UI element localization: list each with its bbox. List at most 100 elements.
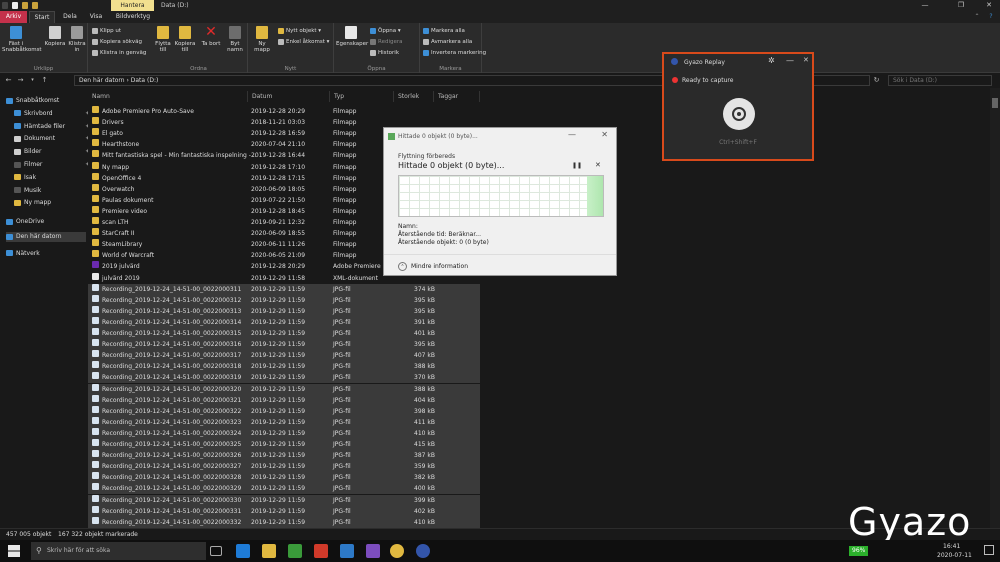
file-row[interactable]: Recording_2019-12-24_14-51-00_0022000314… [88,316,480,328]
invert-selection-button[interactable]: Invertera markering [423,49,486,57]
file-row[interactable]: Recording_2019-12-24_14-51-00_0022000329… [88,483,480,495]
sidebar-item[interactable]: Ny mapp [14,198,94,208]
new-folder-icon[interactable] [22,2,28,9]
column-header-tags[interactable]: Taggar [434,91,480,102]
notification-icon[interactable] [984,545,994,555]
gyazo-minimize-icon[interactable]: — [786,56,794,65]
pause-button[interactable]: ❚❚ [572,162,582,169]
file-explorer-icon[interactable] [262,544,276,558]
file-row[interactable]: Recording_2019-12-24_14-51-00_0022000321… [88,394,480,406]
file-row[interactable]: Recording_2019-12-24_14-51-00_0022000320… [88,383,480,395]
pin-button[interactable]: Fäst i Snabbåtkomst [2,26,42,53]
less-info-button[interactable]: Mindre information [411,263,468,270]
file-row[interactable]: Recording_2019-12-24_14-51-00_0022000323… [88,416,480,428]
folder-icon[interactable] [32,2,38,9]
file-row[interactable]: Recording_2019-12-24_14-51-00_0022000315… [88,328,480,339]
file-row[interactable]: Recording_2019-12-24_14-51-00_0022000316… [88,339,480,351]
clock-time[interactable]: 16:41 [943,543,960,550]
history-button[interactable]: Historik [370,49,399,57]
refresh-icon[interactable]: ↻ [872,75,881,86]
file-row[interactable]: Recording_2019-12-24_14-51-00_0022000312… [88,294,480,306]
file-row[interactable]: Recording_2019-12-24_14-51-00_0022000322… [88,405,480,417]
file-row[interactable]: Recording_2019-12-24_14-51-00_0022000319… [88,372,480,384]
tab-view[interactable]: Visa [84,11,108,23]
column-header-name[interactable]: Namn [88,91,248,102]
move-to-button[interactable]: Flytta till [152,26,174,53]
collapse-chevron-icon[interactable]: ⌃ [398,262,407,271]
sidebar-item[interactable]: Den här datorn [6,232,86,242]
gyazo-taskbar-icon[interactable] [416,544,430,558]
file-row[interactable]: Recording_2019-12-24_14-51-00_0022000311… [88,283,480,295]
task-view-icon[interactable] [210,546,222,556]
file-row[interactable]: Recording_2019-12-24_14-51-00_0022000327… [88,461,480,473]
clock-date[interactable]: 2020-07-11 [937,552,972,559]
open-button[interactable]: Öppna ▾ [370,27,401,35]
cut-button[interactable]: Klipp ut [92,27,121,35]
recent-chevron-icon[interactable]: ▾ [28,75,37,86]
select-all-button[interactable]: Markera alla [423,27,465,35]
file-row[interactable]: Recording_2019-12-24_14-51-00_0022000331… [88,505,480,517]
scrollbar-thumb[interactable] [992,98,998,108]
up-icon[interactable]: ↑ [40,75,49,86]
store-icon[interactable] [288,544,302,558]
forward-icon[interactable]: → [16,75,25,86]
new-item-button[interactable]: Nytt objekt ▾ [278,27,321,35]
file-row[interactable]: Recording_2019-12-24_14-51-00_0022000318… [88,361,480,373]
back-icon[interactable]: ← [4,75,13,86]
vertical-scrollbar[interactable] [990,88,1000,528]
dialog-minimize-icon[interactable]: — [568,130,576,139]
dialog-close-icon[interactable]: ✕ [601,130,608,139]
taskbar-search-input[interactable]: Skriv här för att söka [31,542,206,560]
easy-access-button[interactable]: Enkel åtkomst ▾ [278,38,329,46]
sidebar-item[interactable]: Musik [14,186,94,196]
chrome-icon[interactable] [390,544,404,558]
copy-path-button[interactable]: Kopiera sökväg [92,38,142,46]
start-icon[interactable] [8,545,20,557]
sidebar-item[interactable]: Hämtade filer✦ [14,122,94,132]
sidebar-item[interactable]: Dokument✦ [14,134,94,144]
tab-picture-tools[interactable]: Bildverktyg [112,11,154,23]
maximize-icon[interactable]: ❐ [950,0,972,11]
tab-share[interactable]: Dela [58,11,82,23]
copy-to-button[interactable]: Kopiera till [174,26,196,53]
gyazo-close-icon[interactable]: ✕ [803,56,809,64]
properties-button[interactable]: Egenskaper [336,26,368,47]
paste-shortcut-button[interactable]: Klistra in genväg [92,49,146,57]
capture-button[interactable] [723,98,755,130]
file-row[interactable]: Recording_2019-12-24_14-51-00_0022000325… [88,439,480,450]
file-row[interactable]: Recording_2019-12-24_14-51-00_0022000326… [88,450,480,462]
game-icon[interactable] [314,544,328,558]
battery-indicator[interactable]: 96% [849,546,869,556]
sidebar-item[interactable]: Snabbåtkomst [6,96,86,106]
context-tab-manage[interactable]: Hantera [111,0,154,11]
file-row[interactable]: Recording_2019-12-24_14-51-00_0022000324… [88,427,480,439]
twitch-icon[interactable] [366,544,380,558]
edge-icon[interactable] [236,544,250,558]
paste-button[interactable]: Klistra in [66,26,88,53]
gyazo-settings-icon[interactable]: ✲ [768,56,775,65]
sidebar-item[interactable]: OneDrive [6,217,86,227]
sidebar-item[interactable]: Skrivbord✦ [14,109,94,119]
file-row[interactable]: Recording_2019-12-24_14-51-00_0022000330… [88,494,480,506]
minimize-icon[interactable]: — [914,0,936,11]
close-icon[interactable]: ✕ [978,0,1000,11]
tab-home[interactable]: Start [29,11,55,23]
file-row[interactable]: Recording_2019-12-24_14-51-00_0022000328… [88,472,480,484]
column-header-date[interactable]: Datum [248,91,330,102]
file-row[interactable]: Recording_2019-12-24_14-51-00_0022000317… [88,350,480,362]
edit-button[interactable]: Redigera [370,38,402,46]
search-input[interactable]: Sök i Data (D:) [888,75,992,86]
ribbon-collapse-icon[interactable]: ⌃ [972,11,982,23]
file-row[interactable]: Adobe Premiere Pro Auto-Save 2019-12-28 2… [88,106,480,117]
copy-button[interactable]: Kopiera [44,26,66,47]
column-header-type[interactable]: Typ [330,91,394,102]
delete-button[interactable]: ✕ Ta bort [200,25,222,47]
sidebar-item[interactable]: Isak [14,173,94,183]
sidebar-item[interactable]: Nätverk [6,249,86,259]
properties-icon[interactable] [12,2,18,9]
cancel-operation-button[interactable]: ✕ [595,161,601,169]
mail-icon[interactable] [340,544,354,558]
column-header-size[interactable]: Storlek [394,91,434,102]
sidebar-item[interactable]: Filmer✦ [14,160,94,170]
app-menu-icon[interactable] [2,2,8,9]
